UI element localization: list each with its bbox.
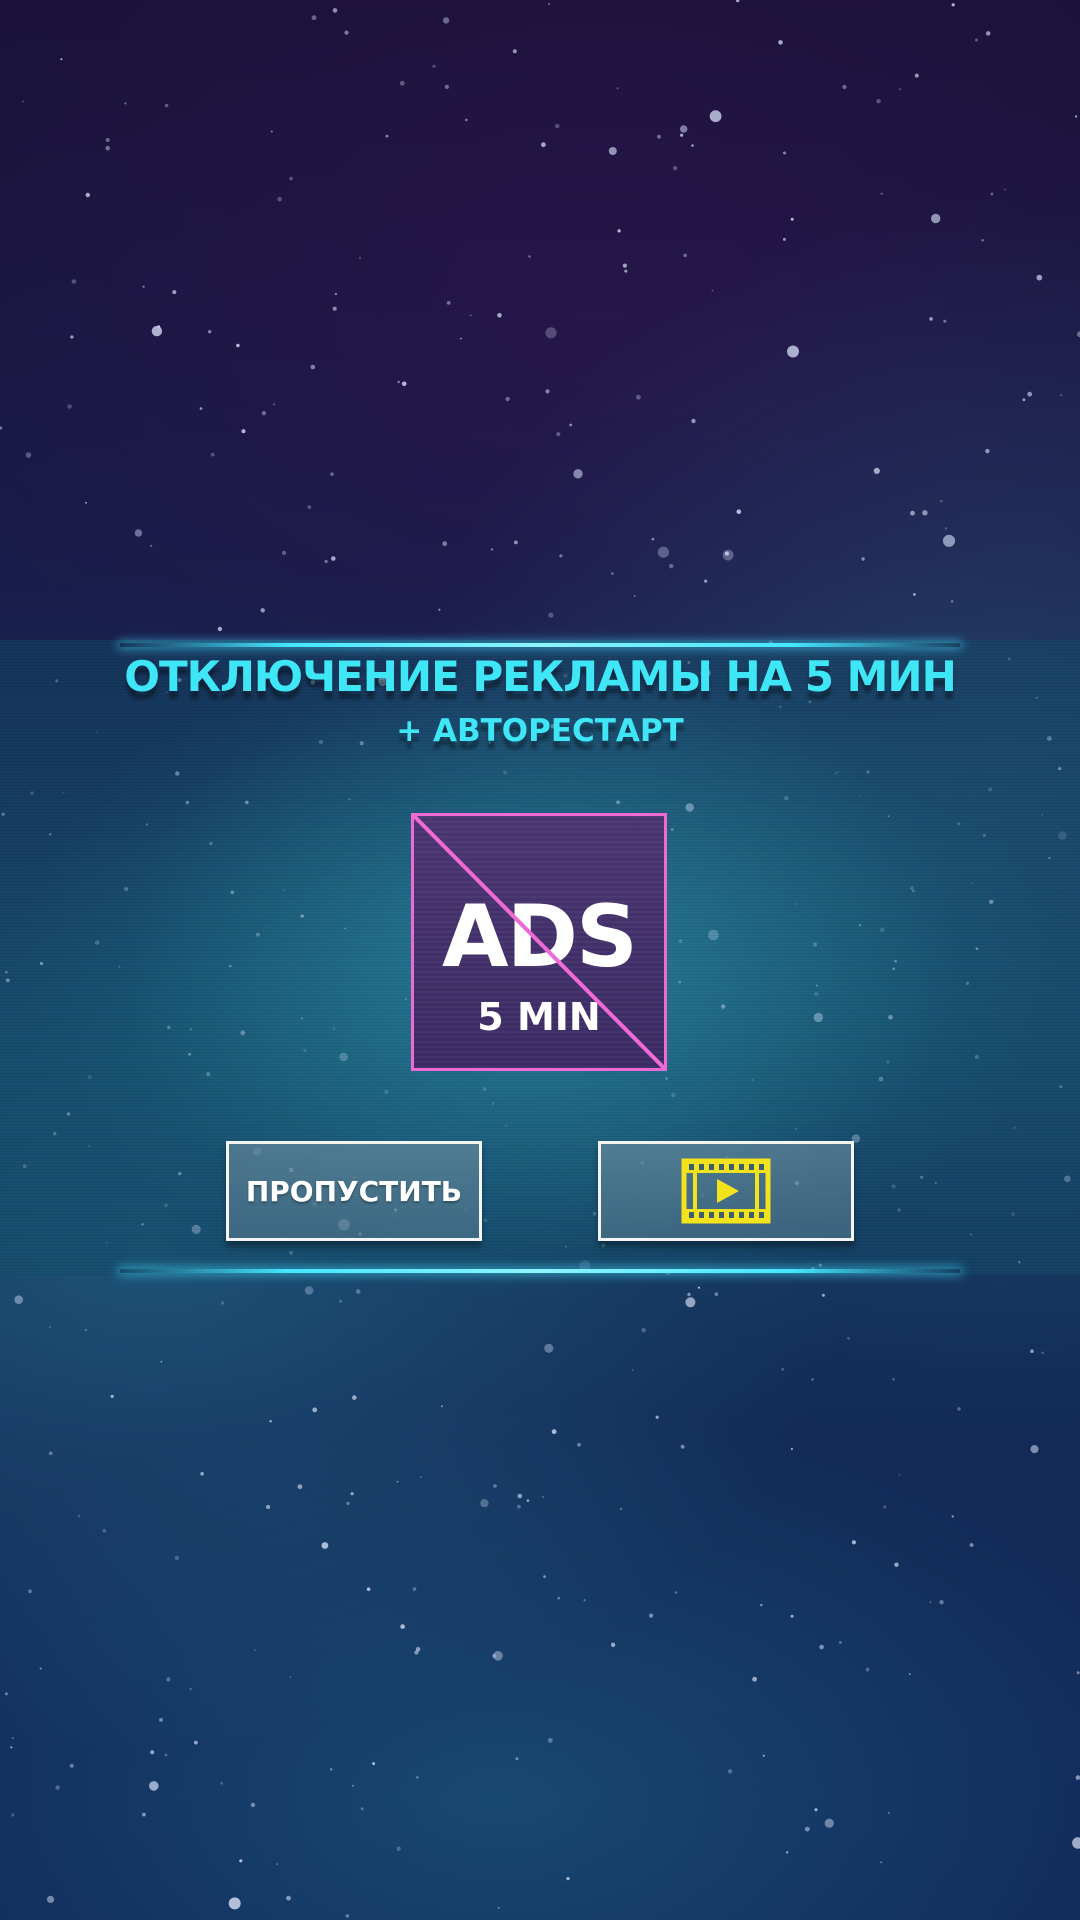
strike-through-line xyxy=(414,816,664,1068)
skip-button[interactable]: ПРОПУСТИТЬ xyxy=(226,1141,482,1241)
screen: ОТКЛЮЧЕНИЕ РЕКЛАМЫ НА 5 МИН + АВТОРЕСТАР… xyxy=(0,0,1080,1920)
watch-video-button[interactable] xyxy=(598,1141,854,1241)
video-play-icon xyxy=(681,1158,771,1224)
no-ads-icon: ADS 5 MIN xyxy=(411,813,667,1071)
dialog-subtitle: + АВТОРЕСТАРТ xyxy=(396,713,684,749)
glow-divider-bottom xyxy=(120,1269,960,1273)
dialog-title: ОТКЛЮЧЕНИЕ РЕКЛАМЫ НА 5 МИН xyxy=(124,652,956,701)
glow-divider-top xyxy=(120,643,960,647)
skip-button-label: ПРОПУСТИТЬ xyxy=(245,1174,463,1208)
